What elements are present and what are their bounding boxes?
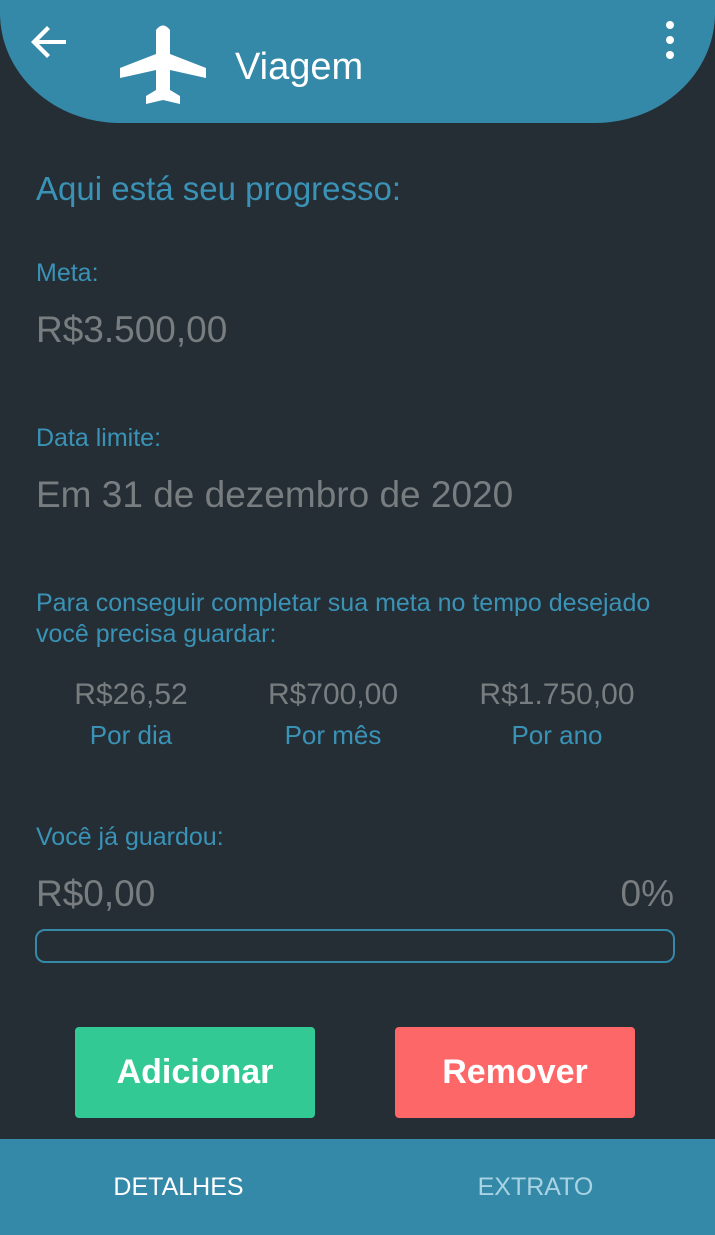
saved-percent: 0% — [620, 873, 674, 914]
goal-label: Meta: — [36, 259, 99, 287]
savings-per-day-value: R$26,52 — [74, 678, 188, 711]
goal-value: R$3.500,00 — [36, 309, 228, 350]
savings-info: Para conseguir completar sua meta no tem… — [36, 589, 651, 648]
savings-per-year-label: Por ano — [511, 720, 603, 750]
savings-per-year: R$1.750,00 Por ano — [457, 676, 657, 752]
more-options-button[interactable] — [655, 18, 685, 62]
add-button[interactable]: Adicionar — [75, 1027, 315, 1118]
savings-per-day-label: Por dia — [89, 720, 173, 750]
back-button[interactable] — [28, 20, 72, 64]
deadline-label: Data limite: — [36, 424, 162, 452]
savings-per-day: R$26,52 Por dia — [41, 676, 221, 752]
deadline-value: Em 31 de dezembro de 2020 — [36, 474, 514, 515]
savings-progress-bar — [35, 929, 675, 963]
app-header: Viagem — [0, 0, 715, 123]
progress-heading: Aqui está seu progresso: — [36, 170, 402, 207]
savings-per-month-value: R$700,00 — [267, 678, 399, 711]
tab-details[interactable]: DETALHES — [0, 1139, 357, 1235]
tab-bar: DETALHES EXTRATO — [0, 1139, 715, 1235]
saved-label: Você já guardou: — [36, 823, 224, 851]
tab-statement[interactable]: EXTRATO — [357, 1139, 714, 1235]
airplane-icon — [120, 25, 206, 104]
saved-value: R$0,00 — [36, 873, 156, 914]
savings-per-month: R$700,00 Por mês — [233, 676, 433, 752]
page-title: Viagem — [235, 46, 364, 88]
remove-button[interactable]: Remover — [395, 1027, 635, 1118]
savings-per-month-label: Por mês — [284, 720, 382, 750]
arrow-left-icon — [31, 26, 66, 58]
savings-per-year-value: R$1.750,00 — [479, 678, 635, 711]
more-vert-icon — [666, 21, 674, 59]
